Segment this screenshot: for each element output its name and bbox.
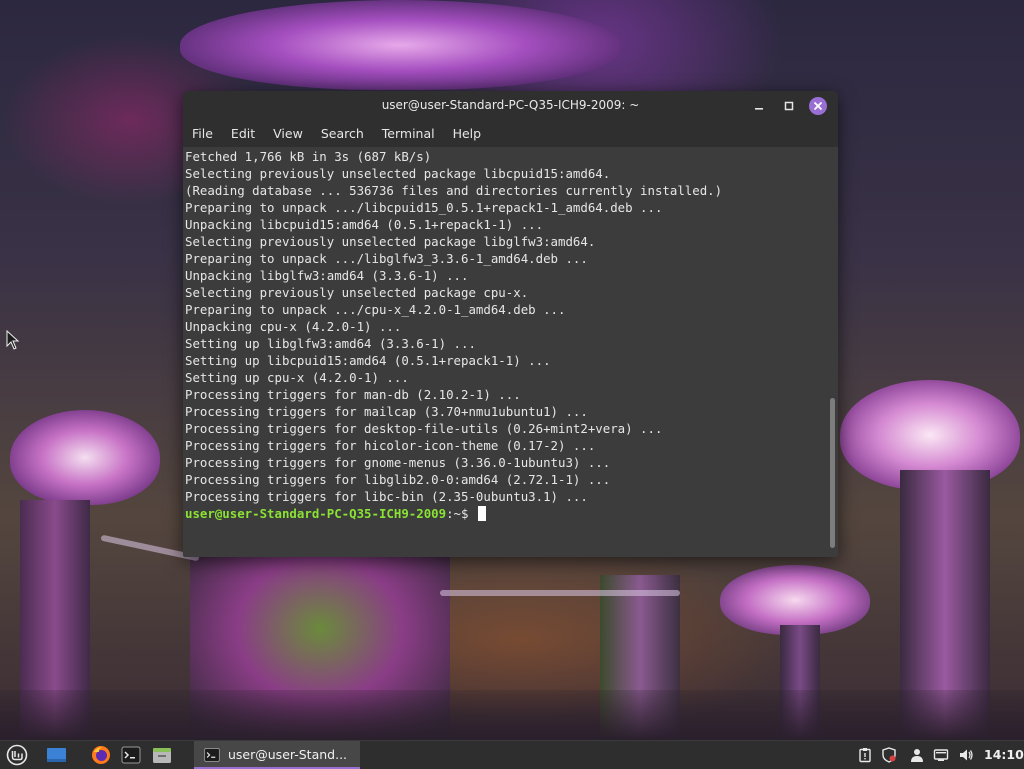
terminal-icon [204, 748, 220, 762]
prompt-suffix: :~$ [446, 506, 476, 521]
terminal-line: Preparing to unpack .../cpu-x_4.2.0-1_am… [185, 302, 566, 317]
terminal-line: Selecting previously unselected package … [185, 166, 611, 181]
shield-icon[interactable] [881, 747, 897, 763]
clipboard-icon[interactable] [857, 747, 873, 763]
firefox-icon[interactable] [90, 744, 112, 766]
files-icon[interactable] [151, 744, 173, 766]
terminal-prompt-line[interactable]: user@user-Standard-PC-Q35-ICH9-2009:~$ [185, 505, 825, 522]
terminal-line: Unpacking libglfw3:amd64 (3.3.6-1) ... [185, 268, 469, 283]
wallpaper-supertree-top-left [10, 410, 160, 505]
terminal-line: Selecting previously unselected package … [185, 285, 529, 300]
menu-edit[interactable]: Edit [222, 121, 264, 147]
terminal-line: Setting up libglfw3:amd64 (3.3.6-1) ... [185, 336, 476, 351]
menu-search[interactable]: Search [312, 121, 373, 147]
text-cursor [477, 506, 486, 521]
menu-terminal[interactable]: Terminal [373, 121, 444, 147]
terminal-line: Processing triggers for hicolor-icon-the… [185, 438, 596, 453]
terminal-line: Selecting previously unselected package … [185, 234, 596, 249]
menu-file[interactable]: File [183, 121, 222, 147]
clock[interactable]: 14:10 [984, 747, 1024, 762]
terminal-line: Processing triggers for mailcap (3.70+nm… [185, 404, 588, 419]
terminal-output[interactable]: Fetched 1,766 kB in 3s (687 kB/s) Select… [185, 148, 825, 554]
terminal-line: Unpacking libcpuid15:amd64 (0.5.1+repack… [185, 217, 544, 232]
wallpaper-foliage [0, 690, 1024, 740]
menu-view[interactable]: View [264, 121, 312, 147]
wallpaper-skyway-bridge [440, 590, 680, 596]
show-desktop-icon[interactable] [45, 744, 67, 766]
terminal-line: Processing triggers for gnome-menus (3.3… [185, 455, 611, 470]
menu-help[interactable]: Help [444, 121, 491, 147]
terminal-menubar: File Edit View Search Terminal Help [183, 121, 838, 147]
terminal-line: Preparing to unpack .../libglfw3_3.3.6-1… [185, 251, 588, 266]
volume-icon[interactable] [958, 747, 974, 763]
wallpaper-supertree-top-upper [180, 0, 620, 90]
terminal-line: Processing triggers for libglib2.0-0:amd… [185, 472, 611, 487]
window-title: user@user-Standard-PC-Q35-ICH9-2009: ~ [381, 98, 640, 112]
terminal-line: Processing triggers for libc-bin (2.35-0… [185, 489, 588, 504]
terminal-line: Preparing to unpack .../libcpuid15_0.5.1… [185, 200, 663, 215]
terminal-icon[interactable] [120, 744, 142, 766]
terminal-line: Unpacking cpu-x (4.2.0-1) ... [185, 319, 402, 334]
taskbar: user@user-Stand... 14:10 [0, 740, 1024, 769]
mouse-pointer-icon [6, 330, 20, 350]
terminal-window[interactable]: user@user-Standard-PC-Q35-ICH9-2009: ~ F… [183, 91, 838, 557]
minimize-button[interactable] [749, 96, 769, 116]
maximize-icon [784, 101, 794, 111]
terminal-line: (Reading database ... 536736 files and d… [185, 183, 723, 198]
close-button[interactable] [809, 97, 827, 115]
mint-menu-icon[interactable] [6, 744, 28, 766]
terminal-line: Fetched 1,766 kB in 3s (687 kB/s) [185, 149, 432, 164]
taskbar-task-terminal[interactable]: user@user-Stand... [194, 741, 360, 769]
terminal-line: Processing triggers for man-db (2.10.2-1… [185, 387, 521, 402]
network-icon[interactable] [933, 747, 949, 763]
user-icon[interactable] [909, 747, 925, 763]
prompt-user-host: user@user-Standard-PC-Q35-ICH9-2009 [185, 506, 447, 521]
taskbar-task-label: user@user-Stand... [228, 747, 348, 762]
close-icon [813, 101, 823, 111]
terminal-line: Setting up cpu-x (4.2.0-1) ... [185, 370, 409, 385]
minimize-icon [755, 108, 763, 110]
terminal-line: Processing triggers for desktop-file-uti… [185, 421, 663, 436]
scrollbar-thumb[interactable] [830, 398, 835, 548]
maximize-button[interactable] [779, 96, 799, 116]
terminal-titlebar[interactable]: user@user-Standard-PC-Q35-ICH9-2009: ~ [183, 91, 838, 121]
terminal-scrollbar[interactable] [828, 148, 838, 554]
terminal-line: Setting up libcpuid15:amd64 (0.5.1+repac… [185, 353, 551, 368]
